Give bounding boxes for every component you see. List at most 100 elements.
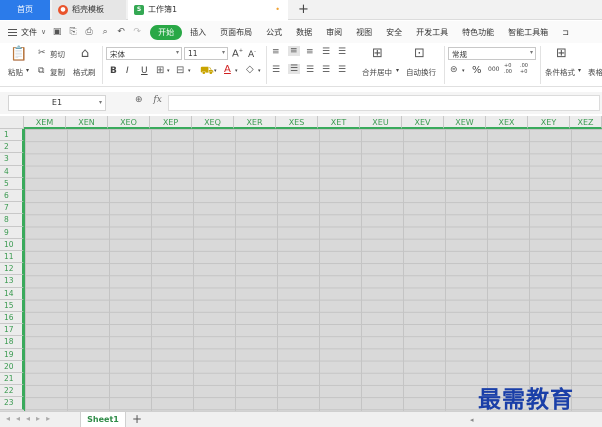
- column-header[interactable]: XES: [276, 116, 318, 129]
- chevron-down-icon[interactable]: ▾: [396, 67, 399, 74]
- increase-font-size-button[interactable]: A+: [232, 48, 243, 59]
- row-header[interactable]: 17: [0, 324, 24, 337]
- sheet-nav-arrows-icon[interactable]: ◂◂◂▸▸: [6, 414, 56, 423]
- column-header[interactable]: XEZ: [570, 116, 602, 129]
- row-header[interactable]: 13: [0, 275, 24, 288]
- row-header[interactable]: 6: [0, 190, 24, 203]
- row-header[interactable]: 18: [0, 336, 24, 349]
- menu-formulas[interactable]: 公式: [266, 27, 282, 38]
- zoom-formula-icon[interactable]: ⊕: [135, 95, 143, 105]
- chevron-down-icon[interactable]: ▾: [578, 67, 581, 74]
- wrap-text-icon[interactable]: ⊡: [414, 46, 425, 61]
- row-header[interactable]: 20: [0, 360, 24, 373]
- italic-button[interactable]: I: [126, 66, 129, 76]
- bold-button[interactable]: B: [110, 66, 117, 76]
- save-icon[interactable]: ▣: [52, 27, 62, 37]
- font-name-select[interactable]: 宋体 ▾: [106, 47, 182, 60]
- row-header[interactable]: 15: [0, 299, 24, 312]
- menu-more-icon[interactable]: ⊐: [562, 28, 569, 37]
- chevron-down-icon[interactable]: ▾: [167, 68, 170, 74]
- number-format-select[interactable]: 常规 ▾: [448, 47, 536, 60]
- align-right-icon[interactable]: ☰: [306, 65, 314, 75]
- currency-icon[interactable]: ⊜: [450, 65, 458, 75]
- distributed-icon[interactable]: ☰: [338, 65, 346, 75]
- align-bottom-icon[interactable]: ≡: [306, 47, 314, 57]
- row-header[interactable]: 19: [0, 348, 24, 361]
- row-header[interactable]: 9: [0, 226, 24, 239]
- unsaved-indicator-icon[interactable]: •: [275, 0, 280, 20]
- menu-file[interactable]: 文件: [21, 27, 37, 38]
- menu-icon[interactable]: [8, 28, 17, 36]
- decrease-font-size-button[interactable]: A-: [248, 49, 256, 60]
- menu-view[interactable]: 视图: [356, 27, 372, 38]
- percent-button[interactable]: %: [472, 65, 482, 76]
- table-style-button[interactable]: 表格: [588, 67, 602, 78]
- row-header[interactable]: 10: [0, 238, 24, 251]
- text-orientation-icon[interactable]: ☰: [322, 47, 330, 57]
- column-header[interactable]: XEX: [486, 116, 528, 129]
- fill-color-icon[interactable]: ⛟: [200, 64, 214, 79]
- column-header[interactable]: XEO: [108, 116, 150, 129]
- row-header[interactable]: 5: [0, 177, 24, 190]
- column-header[interactable]: XEP: [150, 116, 192, 129]
- chevron-down-icon[interactable]: ∨: [41, 28, 46, 36]
- menu-data[interactable]: 数据: [296, 27, 312, 38]
- chevron-down-icon[interactable]: ▾: [235, 68, 238, 74]
- copy-icon[interactable]: ⧉: [38, 66, 44, 76]
- borders-icon[interactable]: ⊞: [156, 65, 164, 76]
- sheet-tab-sheet1[interactable]: Sheet1: [80, 412, 126, 427]
- menu-special-features[interactable]: 特色功能: [462, 27, 494, 38]
- column-header[interactable]: XET: [318, 116, 360, 129]
- scissors-icon[interactable]: ✂: [38, 48, 46, 58]
- add-sheet-button[interactable]: +: [132, 412, 142, 426]
- row-header[interactable]: 11: [0, 251, 24, 264]
- decrease-decimal-button[interactable]: .00 +0: [520, 63, 532, 75]
- row-header[interactable]: 2: [0, 141, 24, 154]
- merge-center-icon[interactable]: ⊞: [372, 46, 383, 61]
- thousands-separator-button[interactable]: 000: [488, 66, 499, 73]
- align-left-icon[interactable]: ☰: [272, 65, 280, 75]
- formula-input[interactable]: [168, 95, 600, 111]
- column-header[interactable]: XEW: [444, 116, 486, 129]
- column-header[interactable]: XEU: [360, 116, 402, 129]
- spreadsheet-grid[interactable]: XEM XEN XEO XEP XEQ XER XES XET XEU XEV XEW XEX XEY X…: [0, 116, 602, 411]
- column-header[interactable]: XEM: [24, 116, 66, 129]
- row-header[interactable]: 4: [0, 165, 24, 178]
- indent-icon[interactable]: ☰: [338, 47, 346, 57]
- increase-decimal-button[interactable]: +0 .00: [504, 63, 516, 75]
- scroll-left-icon[interactable]: ◂: [470, 416, 474, 424]
- print-icon[interactable]: ⎙: [84, 27, 94, 37]
- chevron-down-icon[interactable]: ▾: [258, 68, 261, 74]
- row-header[interactable]: 21: [0, 373, 24, 386]
- name-box[interactable]: E1 ▾: [8, 95, 106, 111]
- format-painter-button[interactable]: 格式刷: [73, 67, 96, 78]
- row-header[interactable]: 14: [0, 287, 24, 300]
- column-header[interactable]: XER: [234, 116, 276, 129]
- chevron-down-icon[interactable]: ▾: [99, 96, 102, 110]
- menu-smart-toolbox[interactable]: 智能工具箱: [508, 27, 548, 38]
- column-header[interactable]: XEN: [66, 116, 108, 129]
- export-icon[interactable]: ⎘: [68, 27, 78, 37]
- insert-function-icon[interactable]: fx: [153, 95, 161, 105]
- paste-dropdown-icon[interactable]: ▾: [26, 67, 29, 74]
- cell-style-icon[interactable]: ⊟: [176, 65, 184, 76]
- row-header[interactable]: 23: [0, 397, 24, 410]
- menu-security[interactable]: 安全: [386, 27, 402, 38]
- tab-home[interactable]: 首页: [0, 0, 50, 20]
- chevron-down-icon[interactable]: ▾: [214, 68, 217, 74]
- copy-button[interactable]: 复制: [50, 67, 65, 78]
- tab-daoke-template[interactable]: ● 稻壳模板: [52, 0, 126, 20]
- font-color-icon[interactable]: A: [224, 64, 231, 75]
- align-top-icon[interactable]: ≡: [272, 47, 280, 57]
- align-center-icon[interactable]: ☰: [288, 64, 301, 74]
- row-header[interactable]: 3: [0, 153, 24, 166]
- row-header[interactable]: 16: [0, 312, 24, 325]
- select-all-corner[interactable]: [0, 116, 24, 129]
- tab-workbook[interactable]: S 工作簿1 •: [128, 0, 288, 20]
- paste-icon[interactable]: 📋: [10, 46, 27, 62]
- row-header[interactable]: 7: [0, 202, 24, 215]
- align-middle-icon[interactable]: ≡: [288, 46, 300, 56]
- clear-format-icon[interactable]: ◇: [246, 64, 254, 75]
- undo-icon[interactable]: ↶: [116, 27, 126, 37]
- justify-icon[interactable]: ☰: [322, 65, 330, 75]
